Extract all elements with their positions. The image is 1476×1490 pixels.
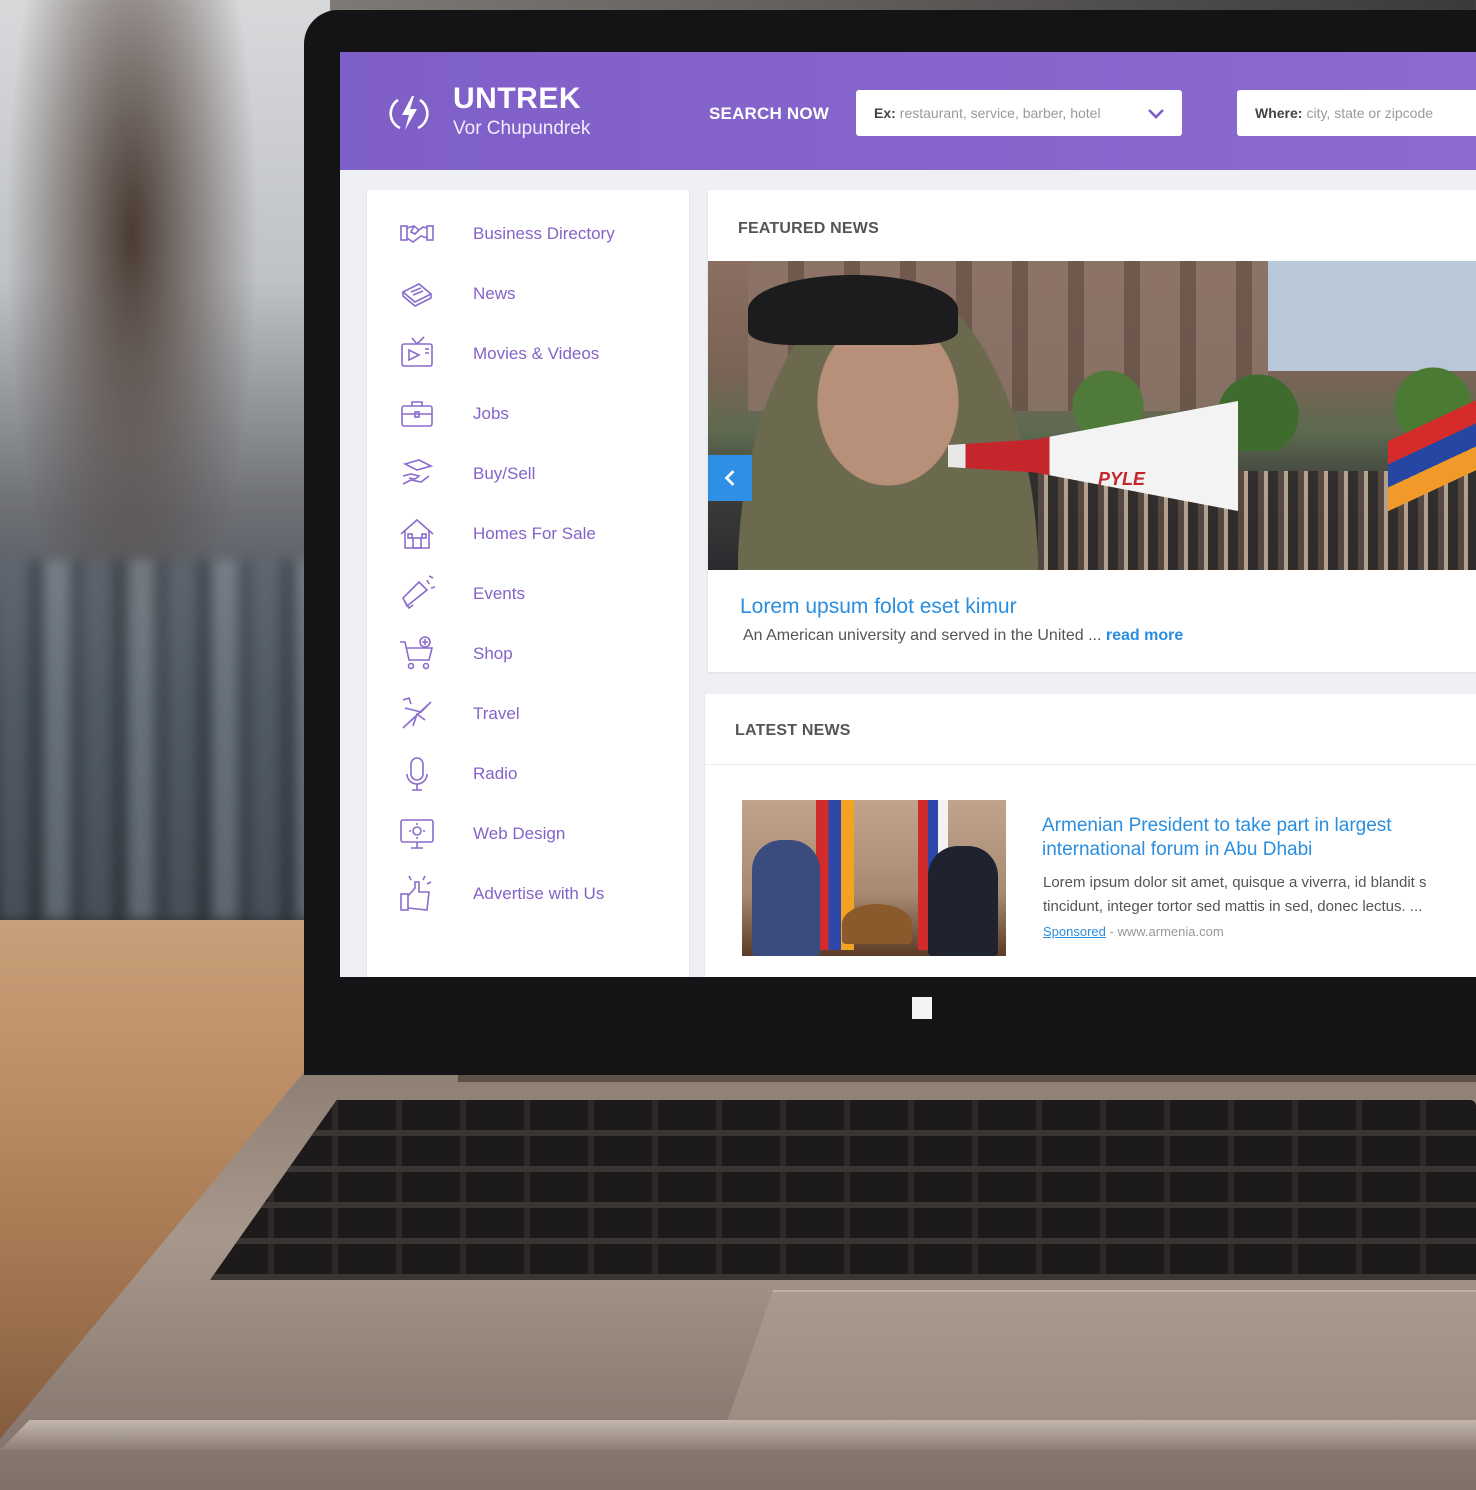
search-where-label: Where:	[1255, 105, 1303, 121]
search-what-placeholder: restaurant, service, barber, hotel	[899, 105, 1101, 121]
search-where-placeholder: city, state or zipcode	[1306, 105, 1434, 121]
house-icon	[397, 514, 437, 554]
sidebar-item-events[interactable]: Events	[367, 574, 689, 614]
news-body-line: tincidunt, integer tortor sed mattis in …	[1043, 898, 1423, 915]
search-now-label: SEARCH NOW	[709, 104, 830, 123]
site-header: UNTREK Vor Chupundrek SEARCH NOW Ex: res…	[340, 52, 1476, 170]
sponsored-link[interactable]: Sponsored	[1043, 924, 1106, 939]
handshake-icon	[397, 214, 437, 254]
news-source: Sponsored - www.armenia.com	[1043, 924, 1224, 939]
newspaper-icon	[397, 274, 437, 314]
megaphone-brand-text: PYLE	[1098, 469, 1146, 489]
sidebar-item-travel[interactable]: Travel	[367, 694, 689, 734]
sidebar-item-business-directory[interactable]: Business Directory	[367, 214, 689, 254]
background-shelf	[0, 560, 320, 920]
sidebar-item-movies-videos[interactable]: Movies & Videos	[367, 334, 689, 374]
microphone-icon	[397, 754, 437, 794]
sidebar-item-label: Buy/Sell	[473, 464, 536, 483]
sidebar-item-advertise[interactable]: Advertise with Us	[367, 874, 689, 914]
latest-news-card: LATEST NEWS Armenian President to take p…	[705, 694, 1476, 977]
tv-icon	[397, 334, 437, 374]
search-what-input[interactable]: Ex: restaurant, service, barber, hotel	[856, 90, 1182, 136]
read-more-link[interactable]: read more	[1106, 627, 1183, 644]
sidebar-item-shop[interactable]: Shop	[367, 634, 689, 674]
news-thumbnail[interactable]	[742, 800, 1006, 956]
cart-icon	[397, 634, 437, 674]
airplane-icon	[397, 694, 437, 734]
thumb-person-left	[752, 840, 820, 956]
sidebar-item-label: Business Directory	[473, 224, 615, 243]
hero-cap	[748, 275, 958, 345]
thumb-table	[842, 904, 912, 944]
sidebar-item-label: Advertise with Us	[473, 884, 605, 903]
featured-news-image[interactable]: PYLE	[708, 261, 1476, 570]
search-what-label: Ex:	[874, 105, 896, 121]
news-source-url: - www.armenia.com	[1109, 924, 1224, 939]
monitor-gear-icon	[397, 814, 437, 854]
sidebar-item-jobs[interactable]: Jobs	[367, 394, 689, 434]
laptop-front-edge	[0, 1420, 1476, 1450]
featured-excerpt: An American university and served in the…	[743, 627, 1183, 645]
latest-news-title: LATEST NEWS	[735, 722, 851, 739]
thumb-person-right	[928, 846, 998, 956]
thumbs-up-icon	[397, 874, 437, 914]
laptop-keyboard	[210, 1100, 1476, 1280]
lightning-logo-icon[interactable]	[386, 90, 432, 136]
news-body-line: Lorem ipsum dolor sit amet, quisque a vi…	[1043, 874, 1427, 891]
featured-news-title: FEATURED NEWS	[738, 220, 879, 237]
sidebar-item-label: Movies & Videos	[473, 344, 600, 363]
featured-headline[interactable]: Lorem upsum folot eset kimur	[740, 595, 1017, 619]
brand-subtitle: Vor Chupundrek	[453, 118, 591, 139]
bezel-indicator	[912, 997, 932, 1019]
sidebar-item-buy-sell[interactable]: Buy/Sell	[367, 454, 689, 494]
sidebar-item-label: Shop	[473, 644, 513, 663]
hand-money-icon	[397, 454, 437, 494]
sidebar-item-label: News	[473, 284, 516, 303]
slider-prev-button[interactable]	[708, 455, 752, 501]
featured-excerpt-text: An American university and served in the…	[743, 627, 1102, 644]
brand-title[interactable]: UNTREK	[453, 82, 581, 116]
search-where-input[interactable]: Where: city, state or zipcode	[1237, 90, 1476, 136]
news-body: Lorem ipsum dolor sit amet, quisque a vi…	[1043, 871, 1476, 919]
sidebar-item-label: Homes For Sale	[473, 524, 596, 543]
sidebar-item-radio[interactable]: Radio	[367, 754, 689, 794]
sidebar-item-label: Events	[473, 584, 525, 603]
news-headline[interactable]: Armenian President to take part in large…	[1042, 814, 1476, 862]
sidebar-item-label: Jobs	[473, 404, 509, 423]
sidebar-item-label: Travel	[473, 704, 520, 723]
sidebar-item-web-design[interactable]: Web Design	[367, 814, 689, 854]
laptop-screen: UNTREK Vor Chupundrek SEARCH NOW Ex: res…	[340, 52, 1476, 977]
briefcase-icon	[397, 394, 437, 434]
sidebar-item-label: Radio	[473, 764, 518, 783]
chevron-down-icon[interactable]	[1148, 103, 1164, 124]
sidebar-item-homes-for-sale[interactable]: Homes For Sale	[367, 514, 689, 554]
sidebar-item-label: Web Design	[473, 824, 566, 843]
sidebar-nav: Business Directory News Movies & Videos …	[367, 190, 689, 977]
hero-sky	[1268, 261, 1476, 371]
featured-news-card: FEATURED NEWS PYLE Lorem upsum folot ese…	[708, 190, 1476, 672]
laptop-trackpad	[720, 1290, 1476, 1442]
sidebar-item-news[interactable]: News	[367, 274, 689, 314]
divider	[705, 764, 1476, 765]
megaphone-icon	[397, 574, 437, 614]
